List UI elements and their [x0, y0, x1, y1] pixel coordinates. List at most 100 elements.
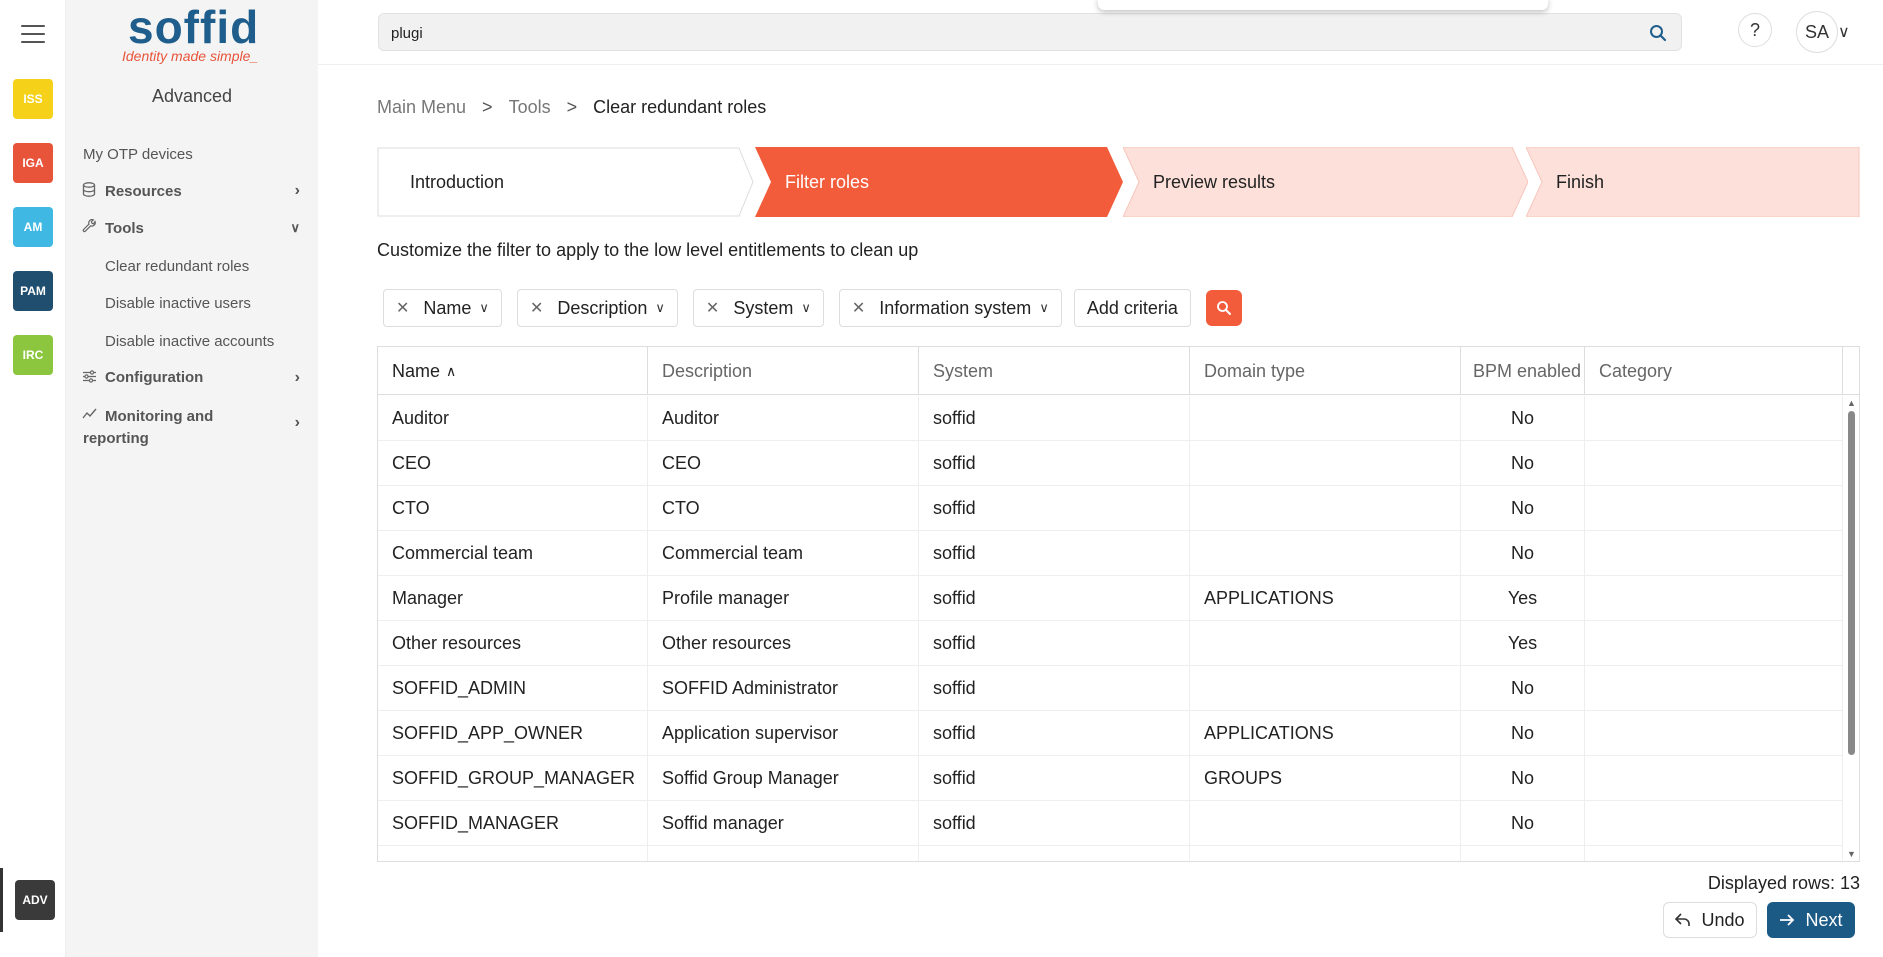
next-button[interactable]: Next: [1767, 902, 1855, 938]
global-search[interactable]: [378, 13, 1682, 51]
breadcrumb: Main Menu > Tools > Clear redundant role…: [377, 97, 766, 118]
table-cell: No: [1461, 441, 1585, 486]
chevron-down-icon: ∨: [801, 300, 811, 315]
breadcrumb-separator: >: [566, 97, 578, 117]
table-cell: No: [1461, 486, 1585, 531]
filter-chip-name[interactable]: ✕ Name ∨: [383, 289, 502, 327]
column-header-name[interactable]: Name ∧: [378, 347, 648, 395]
column-header-label: Category: [1599, 360, 1673, 381]
search-icon[interactable]: [1649, 24, 1667, 42]
column-header-category[interactable]: Category: [1585, 347, 1843, 395]
table-row[interactable]: Commercial team Commercial team soffid No: [378, 531, 1843, 576]
close-icon[interactable]: ✕: [852, 298, 865, 318]
app: ISS IGA AM PAM IRC ADV soffid Identity made …: [0, 0, 1883, 957]
filter-chip-information-system[interactable]: ✕ Information system ∨: [838, 289, 1062, 327]
table-row[interactable]: Auditor Auditor soffid No: [378, 396, 1843, 441]
table-cell: CEO: [648, 441, 919, 486]
wizard-step-label: Filter roles: [785, 171, 870, 192]
table-cell: soffid: [919, 666, 1190, 711]
sidebar-item-resources[interactable]: Resources ›: [82, 182, 308, 200]
table-cell: [1585, 666, 1843, 711]
rail-tile-iga[interactable]: IGA: [13, 143, 53, 183]
breadcrumb-main-menu[interactable]: Main Menu: [377, 97, 466, 118]
wizard-step-finish[interactable]: Finish: [1526, 147, 1860, 217]
rail-tile-am[interactable]: AM: [13, 207, 53, 247]
table-row[interactable]: [378, 846, 1843, 861]
wizard-step-introduction[interactable]: Introduction: [377, 147, 755, 217]
sidebar-item-label: Configuration: [105, 369, 204, 386]
close-icon[interactable]: ✕: [706, 298, 719, 318]
filter-chip-system[interactable]: ✕ System ∨: [692, 289, 824, 327]
apply-filter-button[interactable]: [1206, 290, 1242, 326]
scroll-up-icon[interactable]: ▲: [1847, 398, 1856, 408]
sidebar-subitem-disable-inactive-users[interactable]: Disable inactive users: [105, 295, 251, 312]
breadcrumb-tools[interactable]: Tools: [509, 97, 551, 118]
table-cell: Yes: [1461, 576, 1585, 621]
scroll-thumb[interactable]: [1848, 411, 1855, 755]
rail-tile-pam[interactable]: PAM: [13, 271, 53, 311]
sidebar-item-monitoring[interactable]: Monitoring and reporting ›: [82, 406, 308, 450]
sidebar-item-configuration[interactable]: Configuration ›: [82, 369, 308, 386]
table-cell: [1190, 801, 1461, 846]
wrench-icon: [82, 218, 100, 237]
table-cell: Auditor: [378, 396, 648, 441]
rail-tile-irc[interactable]: IRC: [13, 335, 53, 375]
close-icon[interactable]: ✕: [396, 298, 409, 318]
table-row[interactable]: Other resources Other resources soffid Yes: [378, 621, 1843, 666]
sidebar-subitem-clear-redundant-roles[interactable]: Clear redundant roles: [105, 258, 249, 275]
table-row[interactable]: CEO CEO soffid No: [378, 441, 1843, 486]
table-cell: No: [1461, 396, 1585, 441]
sidebar-item-tools[interactable]: Tools ∨: [82, 218, 308, 237]
table-row[interactable]: SOFFID_MANAGER Soffid manager soffid No: [378, 801, 1843, 846]
close-icon[interactable]: ✕: [530, 298, 543, 318]
instruction-text: Customize the filter to apply to the low…: [377, 240, 919, 260]
filter-chip-label: Name: [423, 297, 472, 318]
table-cell: APPLICATIONS: [1190, 711, 1461, 756]
search-input[interactable]: [391, 22, 1631, 44]
avatar[interactable]: SA: [1796, 11, 1838, 53]
table-cell: [1585, 756, 1843, 801]
search-suggestions-popup: [1098, 0, 1548, 10]
scroll-down-icon[interactable]: ▼: [1847, 849, 1856, 859]
column-header-bpm-enabled[interactable]: BPM enabled: [1461, 347, 1585, 395]
soffid-logo[interactable]: soffid Identity made simple_: [122, 1, 272, 64]
table-row[interactable]: SOFFID_GROUP_MANAGER Soffid Group Manager…: [378, 756, 1843, 801]
table-cell: [919, 846, 1190, 861]
wizard-steps: Introduction Filter roles Preview result…: [377, 147, 1860, 217]
table-cell: [1190, 486, 1461, 531]
undo-button[interactable]: Undo: [1663, 902, 1757, 938]
add-criteria-button[interactable]: Add criteria: [1073, 289, 1191, 327]
sidebar-subitem-disable-inactive-accounts[interactable]: Disable inactive accounts: [105, 333, 274, 350]
chevron-down-icon[interactable]: ∨: [1838, 22, 1850, 42]
table-cell: SOFFID_APP_OWNER: [378, 711, 648, 756]
rail-tile-adv[interactable]: ADV: [15, 880, 55, 920]
filter-chip-description[interactable]: ✕ Description ∨: [516, 289, 678, 327]
table-cell: Commercial team: [378, 531, 648, 576]
menu-icon[interactable]: [21, 25, 45, 45]
table-row[interactable]: SOFFID_ADMIN SOFFID Administrator soffid No: [378, 666, 1843, 711]
sidebar: soffid Identity made simple_ Advanced My…: [66, 0, 318, 957]
table-cell: Soffid manager: [648, 801, 919, 846]
column-header-system[interactable]: System: [919, 347, 1190, 395]
table-cell: [1585, 486, 1843, 531]
column-header-label: Domain type: [1204, 360, 1306, 381]
table-cell: [1585, 801, 1843, 846]
column-header-domain-type[interactable]: Domain type: [1190, 347, 1461, 395]
table-row[interactable]: Manager Profile manager soffid APPLICATIONS…: [378, 576, 1843, 621]
chevron-down-icon: ∨: [290, 220, 300, 235]
table-cell: Other resources: [648, 621, 919, 666]
table-row[interactable]: CTO CTO soffid No: [378, 486, 1843, 531]
help-button[interactable]: ?: [1738, 13, 1772, 47]
table-scrollbar[interactable]: ▲ ▼: [1843, 396, 1859, 861]
table-cell: Manager: [378, 576, 648, 621]
sidebar-item-otp[interactable]: My OTP devices: [83, 146, 309, 163]
table-cell: No: [1461, 666, 1585, 711]
table-row[interactable]: SOFFID_APP_OWNER Application supervisor so…: [378, 711, 1843, 756]
wizard-step-filter-roles[interactable]: Filter roles: [755, 147, 1123, 217]
rail-tile-iss[interactable]: ISS: [13, 79, 53, 119]
table-cell: SOFFID_MANAGER: [378, 801, 648, 846]
table-cell: soffid: [919, 756, 1190, 801]
wizard-step-preview-results[interactable]: Preview results: [1123, 147, 1528, 217]
table-cell: soffid: [919, 801, 1190, 846]
column-header-description[interactable]: Description: [648, 347, 919, 395]
